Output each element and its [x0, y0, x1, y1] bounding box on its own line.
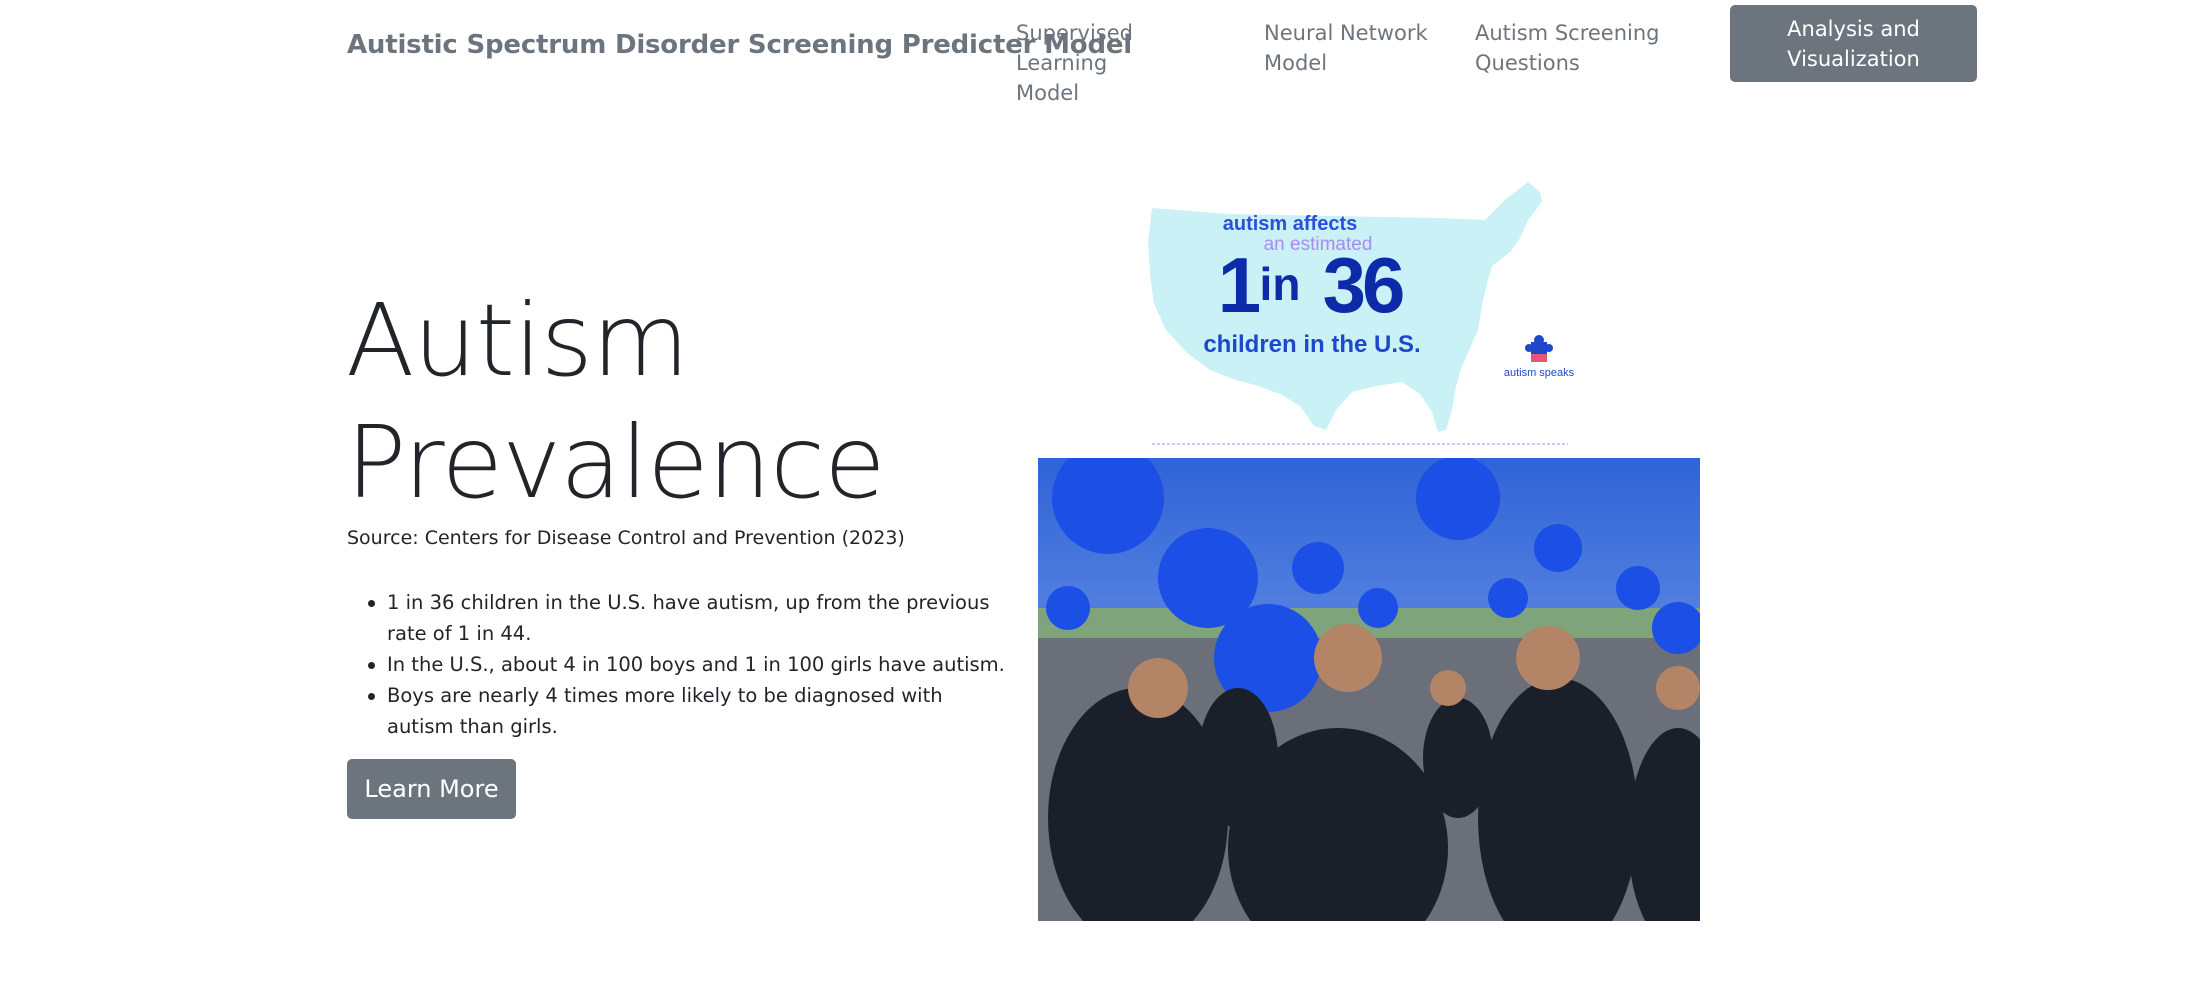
nav-button-analysis-visualization[interactable]: Analysis and Visualization: [1730, 5, 1977, 82]
brand-title[interactable]: Autistic Spectrum Disorder Screening Pre…: [347, 30, 1132, 60]
autism-speaks-logo-text: autism speaks: [1504, 367, 1575, 379]
fact-item: In the U.S., about 4 in 100 boys and 1 i…: [368, 649, 1012, 680]
top-navbar: Autistic Spectrum Disorder Screening Pre…: [0, 0, 2185, 105]
autism-prevalence-infographic: autism affects an estimated 1 in 36 chil…: [1148, 182, 1575, 445]
nav-link-label-line1: Supervised Learning: [1016, 21, 1133, 75]
infographic-stat-36: 36: [1323, 241, 1403, 329]
nav-link-label-line1: Autism Screening: [1475, 21, 1660, 45]
infographic-line3: children in the U.S.: [1203, 331, 1420, 358]
nav-link-label-line2: Model: [1016, 81, 1080, 105]
page-title: Autism Prevalence: [346, 280, 886, 524]
source-citation: Source: Centers for Disease Control and …: [347, 527, 905, 549]
infographic-line1: autism affects: [1223, 213, 1358, 235]
nav-link-label-line1: Neural Network: [1264, 21, 1428, 45]
nav-link-label-line2: Questions: [1475, 51, 1580, 75]
fact-item: 1 in 36 children in the U.S. have autism…: [368, 587, 1012, 649]
nav-link-label-line2: Model: [1264, 51, 1328, 75]
page-title-line1: Autism: [346, 282, 689, 399]
puzzle-icon: [1525, 335, 1553, 362]
event-crowd-photo: [1038, 458, 1700, 921]
learn-more-button[interactable]: Learn More: [347, 759, 516, 819]
page-title-line2: Prevalence: [346, 404, 886, 521]
nav-link-supervised-learning[interactable]: Supervised Learning Model: [1016, 18, 1226, 108]
nav-link-screening-questions[interactable]: Autism Screening Questions: [1475, 18, 1665, 78]
infographic-stat-in: in: [1260, 258, 1301, 310]
facts-list: 1 in 36 children in the U.S. have autism…: [368, 587, 1012, 742]
fact-item: Boys are nearly 4 times more likely to b…: [368, 680, 1012, 742]
nav-link-neural-network[interactable]: Neural Network Model: [1264, 18, 1444, 78]
nav-button-label-line2: Visualization: [1787, 47, 1920, 71]
infographic-stat-1: 1: [1218, 241, 1260, 329]
nav-button-label-line1: Analysis and: [1787, 17, 1920, 41]
